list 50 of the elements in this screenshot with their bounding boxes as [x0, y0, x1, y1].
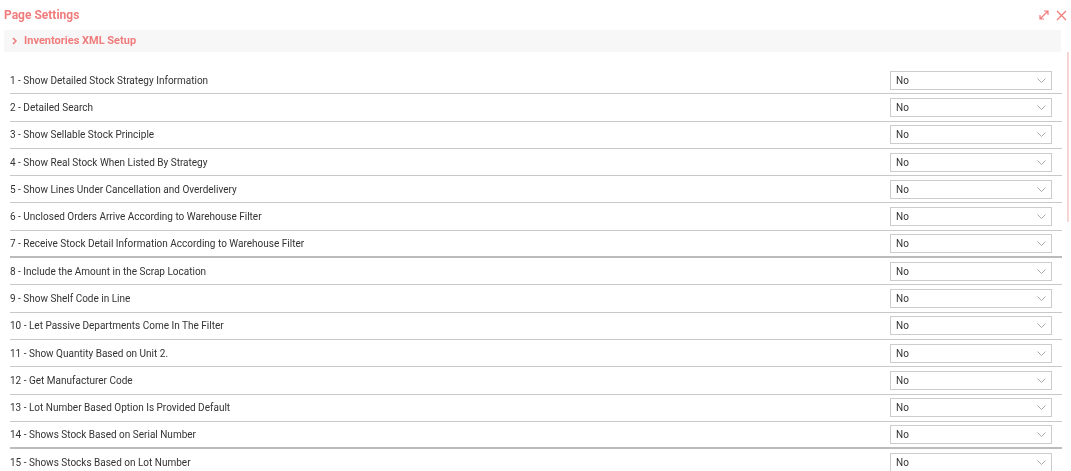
chevron-down-icon — [1037, 77, 1046, 83]
setting-label: 15 - Shows Stocks Based on Lot Number — [10, 455, 191, 470]
dialog-title: Page Settings — [4, 7, 80, 24]
chevron-down-icon — [1037, 323, 1046, 329]
setting-dropdown[interactable]: No — [890, 452, 1052, 471]
chevron-down-icon — [1037, 377, 1046, 383]
chevron-down-icon — [1037, 214, 1046, 220]
setting-label: 10 - Let Passive Departments Come In The Filter — [10, 319, 224, 334]
setting-label: 8 - Include the Amount in the Scrap Location — [10, 264, 207, 279]
chevron-down-icon — [1037, 240, 1046, 246]
setting-label: 12 - Get Manufacturer Code — [10, 373, 133, 388]
chevron-down-icon — [1037, 405, 1046, 411]
chevron-down-icon — [1037, 132, 1046, 138]
setting-label: 9 - Show Shelf Code in Line — [10, 292, 131, 306]
setting-label: 7 - Receive Stock Detail Information According to Warehouse Filter — [10, 236, 305, 251]
chevron-right-icon — [12, 37, 18, 45]
setting-dropdown[interactable]: No — [890, 233, 1052, 253]
setting-dropdown[interactable]: No — [890, 316, 1052, 336]
setting-label: 2 - Detailed Search — [10, 100, 93, 115]
close-icon[interactable] — [1056, 9, 1067, 21]
setting-dropdown[interactable]: No — [890, 70, 1052, 90]
setting-dropdown[interactable]: No — [890, 207, 1052, 227]
chevron-down-icon — [1037, 296, 1046, 301]
setting-label: 13 - Lot Number Based Option Is Provided Default — [10, 401, 231, 416]
expand-icon[interactable] — [1038, 9, 1050, 21]
chevron-down-icon — [1037, 350, 1046, 356]
chevron-down-icon — [1037, 459, 1046, 465]
chevron-down-icon — [1037, 186, 1046, 192]
setting-dropdown[interactable]: No — [890, 152, 1052, 172]
setting-label: 14 - Shows Stock Based on Serial Number — [10, 428, 196, 442]
scrollbar-thumb[interactable] — [1067, 52, 1069, 222]
chevron-down-icon — [1037, 159, 1046, 165]
setting-dropdown[interactable]: No — [890, 370, 1052, 390]
setting-label: 5 - Show Lines Under Cancellation and Overdelivery — [10, 182, 237, 197]
setting-label: 3 - Show Sellable Stock Principle — [10, 128, 155, 143]
setting-dropdown[interactable]: No — [890, 179, 1052, 199]
setting-label: 1 - Show Detailed Stock Strategy Information — [10, 73, 209, 88]
chevron-down-icon — [1037, 432, 1046, 437]
setting-label: 6 - Unclosed Orders Arrive According to Warehouse Filter — [10, 210, 262, 225]
setting-dropdown[interactable]: No — [890, 289, 1052, 308]
setting-dropdown[interactable]: No — [890, 398, 1052, 418]
setting-dropdown[interactable]: No — [890, 97, 1052, 117]
setting-dropdown[interactable]: No — [890, 343, 1052, 363]
setting-dropdown[interactable]: No — [890, 425, 1052, 444]
chevron-down-icon — [1037, 104, 1046, 110]
chevron-down-icon — [1037, 268, 1046, 274]
setting-dropdown[interactable]: No — [890, 261, 1052, 281]
setting-label: 4 - Show Real Stock When Listed By Strategy — [10, 155, 208, 170]
setting-dropdown[interactable]: No — [890, 125, 1052, 145]
setting-label: 11 - Show Quantity Based on Unit 2. — [10, 346, 169, 361]
